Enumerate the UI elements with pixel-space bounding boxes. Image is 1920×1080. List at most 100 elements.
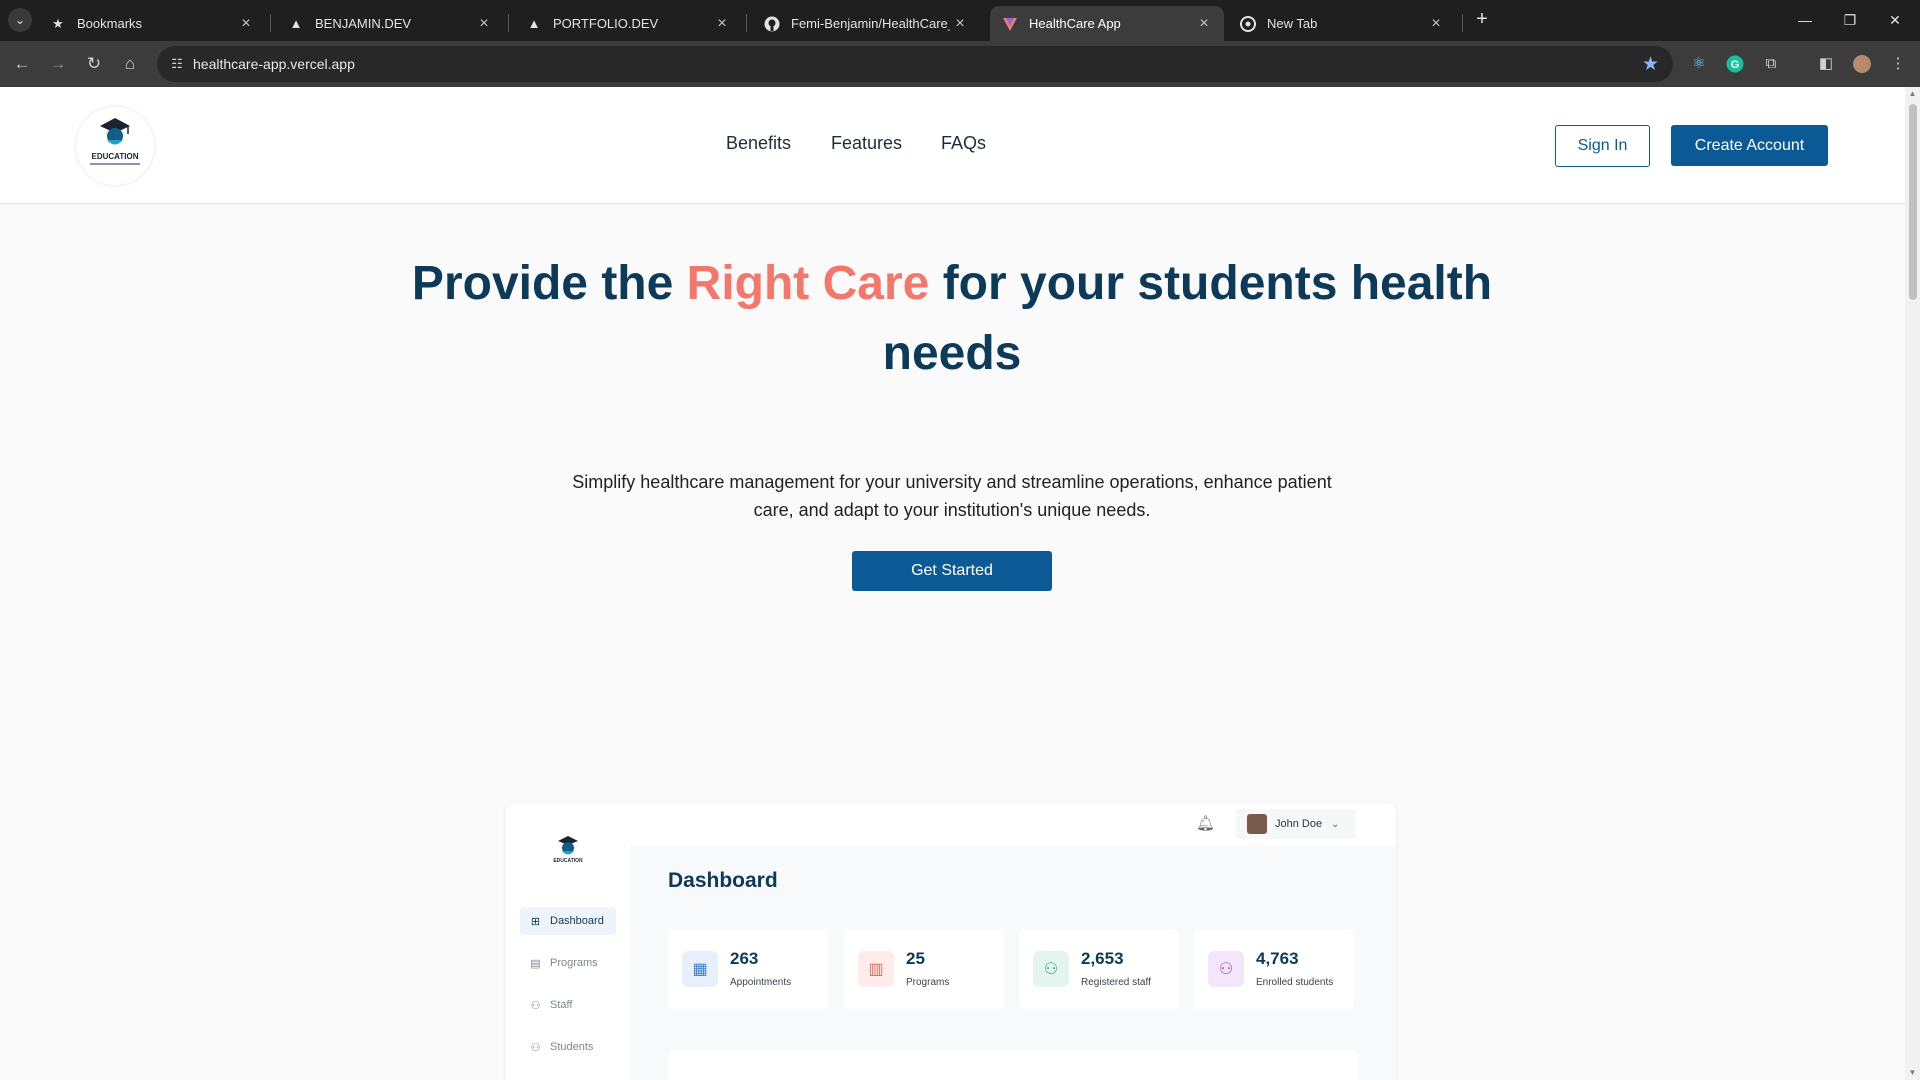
- stat-value: 263: [730, 949, 759, 968]
- close-icon[interactable]: ×: [1194, 15, 1214, 33]
- tab-separator: [1462, 14, 1463, 32]
- site-info-icon[interactable]: ☷: [167, 54, 187, 74]
- scroll-up-arrow-icon[interactable]: ▲: [1908, 90, 1917, 98]
- tab-benjamin-dev[interactable]: ▲ BENJAMIN.DEV ×: [276, 6, 504, 41]
- side-panel-icon[interactable]: ◧: [1814, 52, 1838, 76]
- stat-card-appointments: ▦ 263 Appointments: [668, 929, 828, 1009]
- bookmark-star-icon[interactable]: ★: [1642, 53, 1659, 76]
- dashboard-topbar: 🔔︎ John Doe ⌄: [630, 803, 1396, 845]
- reload-button[interactable]: ↻: [82, 52, 106, 76]
- sidebar-item-staff[interactable]: ⚇ Staff: [520, 991, 616, 1019]
- minimize-button[interactable]: —: [1790, 8, 1820, 32]
- dashboard-logo: EDUCATION: [550, 831, 586, 867]
- scroll-down-arrow-icon[interactable]: ▼: [1908, 1069, 1917, 1077]
- sidebar-item-label: Programs: [550, 957, 598, 969]
- close-icon[interactable]: ×: [712, 15, 732, 33]
- github-icon: [764, 16, 780, 32]
- sidebar-item-label: Dashboard: [550, 915, 604, 927]
- scroll-thumb[interactable]: [1909, 104, 1917, 300]
- tab-healthcare-app[interactable]: HealthCare App ×: [990, 6, 1224, 41]
- close-icon[interactable]: ×: [1426, 15, 1446, 33]
- stat-label: Registered staff: [1081, 977, 1151, 988]
- user-menu[interactable]: John Doe ⌄: [1236, 809, 1356, 839]
- browser-tabstrip: ⌄ ★ Bookmarks × ▲ BENJAMIN.DEV × ▲ PORTF…: [0, 0, 1920, 41]
- close-window-button[interactable]: ✕: [1880, 8, 1910, 32]
- logo-tagline-line: [90, 163, 140, 165]
- create-account-button[interactable]: Create Account: [1671, 125, 1828, 166]
- stat-value: 4,763: [1256, 949, 1299, 968]
- tab-separator: [746, 14, 747, 32]
- stat-card-enrolled-students: ⚇ 4,763 Enrolled students: [1194, 929, 1354, 1009]
- address-bar[interactable]: ☷ healthcare-app.vercel.app ★: [157, 46, 1673, 82]
- close-icon[interactable]: ×: [950, 15, 970, 33]
- sign-in-button[interactable]: Sign In: [1555, 125, 1650, 167]
- stat-card-registered-staff: ⚇ 2,653 Registered staff: [1019, 929, 1179, 1009]
- calendar-icon: ▤: [530, 957, 541, 970]
- close-icon[interactable]: ×: [474, 15, 494, 33]
- chrome-icon: [1240, 15, 1256, 32]
- tab-title: BENJAMIN.DEV: [315, 16, 412, 31]
- profile-avatar[interactable]: [1850, 52, 1874, 76]
- grammarly-icon[interactable]: G: [1723, 52, 1747, 76]
- stat-label: Appointments: [730, 977, 792, 988]
- logo-text: EDUCATION: [91, 152, 139, 161]
- users-icon: ⚇: [1033, 951, 1069, 987]
- healthcare-app-icon: [1002, 16, 1018, 32]
- vercel-icon: ▲: [527, 16, 541, 31]
- nav-benefits[interactable]: Benefits: [726, 133, 791, 154]
- tab-title: Bookmarks: [77, 16, 143, 31]
- sidebar-item-programs[interactable]: ▤ Programs: [520, 949, 616, 977]
- page-scrollbar[interactable]: ▲ ▼: [1905, 87, 1920, 1080]
- hero-title-part1: Provide the: [411, 257, 687, 310]
- avatar: [1247, 814, 1267, 834]
- forward-button[interactable]: →: [46, 52, 70, 76]
- home-button[interactable]: ⌂: [118, 52, 142, 76]
- tab-github[interactable]: Femi-Benjamin/HealthCare_App ×: [752, 6, 980, 41]
- page-viewport: EDUCATION Benefits Features FAQs Sign In…: [0, 87, 1905, 1080]
- dashboard-sidebar: EDUCATION ⊞ Dashboard ▤ Programs ⚇ Staff…: [506, 803, 630, 1080]
- nav-faqs[interactable]: FAQs: [941, 133, 986, 154]
- tab-title: PORTFOLIO.DEV: [553, 16, 659, 31]
- new-tab-button[interactable]: +: [1470, 8, 1494, 32]
- svg-text:G: G: [1731, 59, 1740, 71]
- url-text: healthcare-app.vercel.app: [193, 56, 355, 72]
- tab-search-button[interactable]: ⌄: [8, 8, 32, 32]
- extensions-icon[interactable]: ⧉: [1759, 52, 1783, 76]
- dashboard-logo-text: EDUCATION: [553, 858, 583, 864]
- tab-portfolio-dev[interactable]: ▲ PORTFOLIO.DEV ×: [514, 6, 742, 41]
- bar-chart-icon: ▥: [858, 951, 894, 987]
- back-button[interactable]: ←: [10, 52, 34, 76]
- stat-card-programs: ▥ 25 Programs: [844, 929, 1004, 1009]
- calendar-icon: ▦: [682, 951, 718, 987]
- tab-title: Femi-Benjamin/HealthCare_App: [791, 16, 950, 31]
- close-icon[interactable]: ×: [236, 15, 256, 33]
- hero-title: Provide the Right Care for your students…: [402, 249, 1502, 389]
- site-header: EDUCATION Benefits Features FAQs Sign In…: [0, 87, 1905, 204]
- tab-new-tab[interactable]: New Tab ×: [1228, 6, 1456, 41]
- users-icon: ⚇: [530, 999, 541, 1012]
- get-started-button[interactable]: Get Started: [852, 551, 1052, 591]
- restore-button[interactable]: ❐: [1835, 8, 1865, 32]
- sidebar-item-dashboard[interactable]: ⊞ Dashboard: [520, 907, 616, 935]
- stat-label: Programs: [906, 977, 950, 988]
- dashboard-preview: EDUCATION ⊞ Dashboard ▤ Programs ⚇ Staff…: [506, 803, 1396, 1080]
- bell-icon[interactable]: 🔔︎: [1196, 814, 1215, 832]
- stat-value: 2,653: [1081, 949, 1124, 968]
- tab-title: HealthCare App: [1029, 16, 1121, 31]
- sidebar-item-students[interactable]: ⚇ Students: [520, 1033, 616, 1061]
- browser-toolbar: ← → ↻ ⌂ ☷ healthcare-app.vercel.app ★ ⚛ …: [0, 41, 1920, 87]
- tab-bookmarks[interactable]: ★ Bookmarks ×: [38, 6, 266, 41]
- graduation-cap-icon: [558, 836, 578, 855]
- nav-features[interactable]: Features: [831, 133, 902, 154]
- star-icon: ★: [52, 15, 64, 31]
- site-logo[interactable]: EDUCATION: [76, 107, 154, 185]
- sidebar-item-label: Students: [550, 1041, 594, 1053]
- users-icon: ⚇: [530, 1041, 541, 1054]
- stat-label: Enrolled students: [1256, 977, 1334, 988]
- grid-icon: ⊞: [530, 915, 541, 928]
- react-devtools-icon[interactable]: ⚛: [1687, 52, 1711, 76]
- hero-title-part2: for your students health needs: [882, 257, 1493, 380]
- menu-icon[interactable]: ⋮: [1886, 52, 1910, 76]
- chevron-down-icon: ⌄: [1331, 818, 1340, 830]
- dashboard-chart-card: [668, 1051, 1358, 1080]
